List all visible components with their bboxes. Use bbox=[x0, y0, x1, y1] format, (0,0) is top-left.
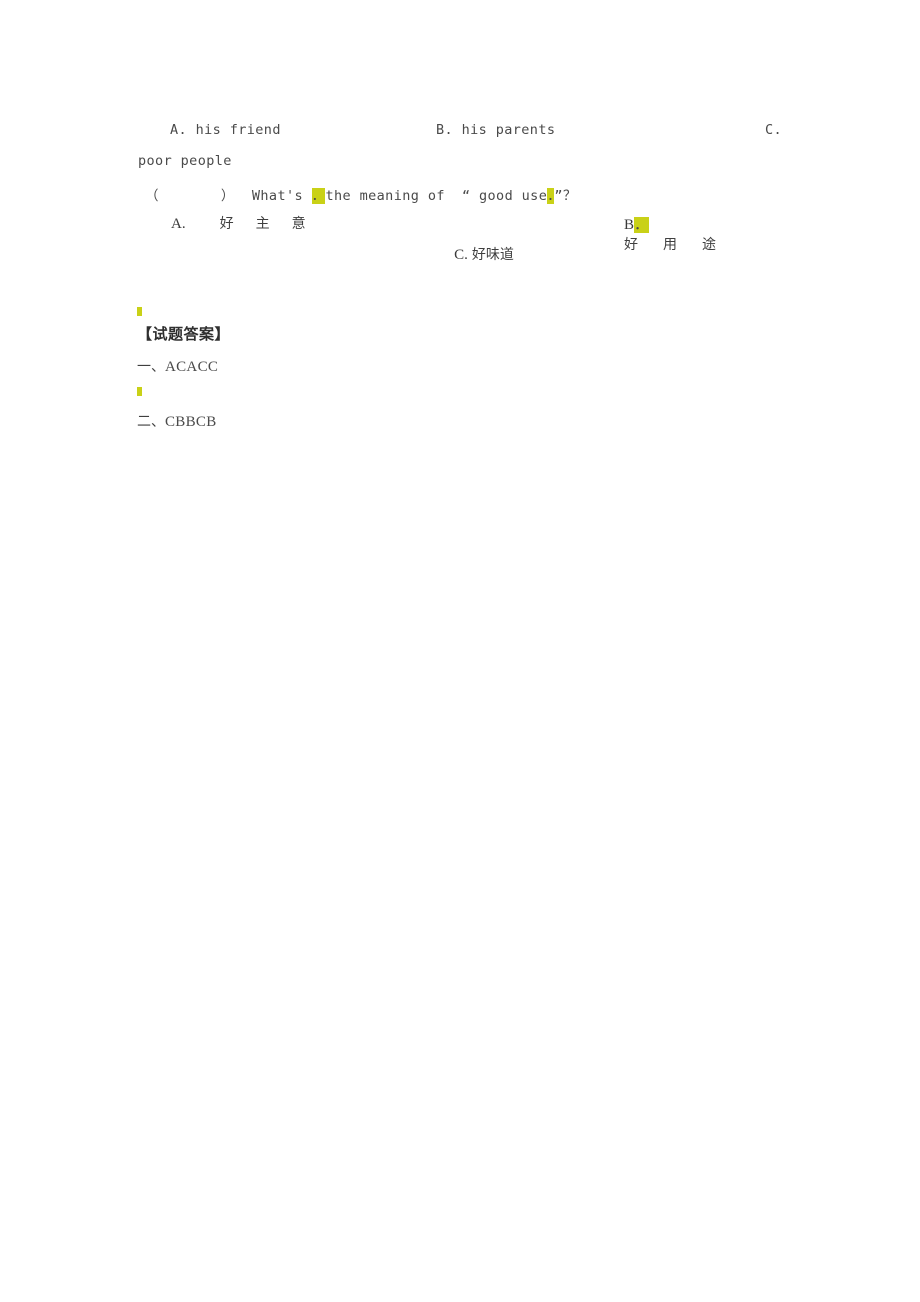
answer-key-entry-2: 二、CBBCB bbox=[137, 411, 217, 431]
question-stem-part-1: What's bbox=[251, 188, 304, 204]
option-a-text: 好主意 bbox=[219, 216, 328, 232]
answer-key-heading: 【试题答案】 bbox=[137, 325, 231, 343]
quote-close: ” bbox=[554, 188, 563, 204]
highlight-mark-2 bbox=[137, 387, 142, 396]
question-stem-part-2: the meaning of bbox=[325, 188, 454, 204]
quoted-phrase-good-use: good use bbox=[479, 188, 548, 204]
options-line-1: A. his friend B. his parents C. poor peo… bbox=[138, 122, 786, 169]
highlight-mark-1 bbox=[137, 307, 142, 316]
document-page: A. his friend B. his parents C. poor peo… bbox=[0, 0, 920, 1302]
option-b-highlighted-period: ． bbox=[634, 217, 650, 233]
answer-key-entry-1: 一、ACACC bbox=[137, 356, 218, 376]
option-a-label: A. bbox=[171, 216, 186, 232]
option-b-his-parents: B. his parents bbox=[436, 122, 556, 138]
option-a-his-friend: A. his friend bbox=[170, 122, 281, 138]
option-a-row: A. 好主意 bbox=[171, 213, 351, 233]
question-options-row: A. 好主意 B．好用途 bbox=[138, 213, 786, 253]
answer-entry-1-number: 一、 bbox=[137, 359, 165, 375]
highlighted-period-after-whats: ． bbox=[311, 188, 326, 204]
answer-bracket-open: （ bbox=[145, 188, 159, 204]
option-c-label-2: C. bbox=[454, 247, 468, 263]
option-c-label: C. bbox=[765, 122, 783, 138]
previous-question-options: A. his friend B. his parents C. poor peo… bbox=[138, 122, 786, 169]
option-c-text: 好味道 bbox=[471, 247, 514, 263]
option-c-row: C. 好味道 bbox=[0, 244, 920, 264]
option-b-label: B bbox=[624, 217, 635, 233]
question-mark: ？ bbox=[562, 188, 577, 204]
answer-bracket-close: ） bbox=[220, 188, 235, 204]
question-stem-line: （） What's ．the meaning of “ good use．”？ bbox=[145, 184, 577, 204]
option-c-poor-people: poor people bbox=[138, 153, 232, 169]
answer-entry-2-number: 二、 bbox=[137, 414, 165, 430]
answer-entry-2-value: CBBCB bbox=[165, 414, 217, 430]
quote-open: “ bbox=[461, 188, 471, 204]
answer-entry-1-value: ACACC bbox=[165, 359, 219, 375]
